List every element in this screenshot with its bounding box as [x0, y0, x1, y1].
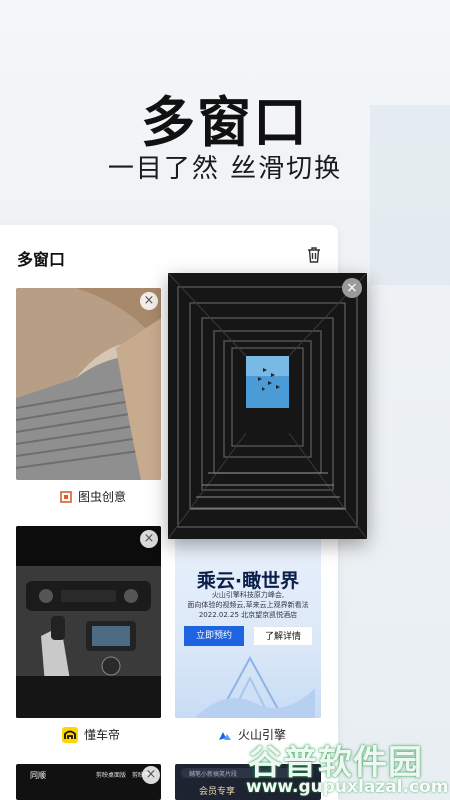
tuchong-icon: [60, 490, 72, 503]
window-card-volcano[interactable]: 乘云·瞰世界 火山引擎科技原力峰会, 面向体验的视频云,草来云上观界新看法 20…: [175, 538, 321, 718]
close-button[interactable]: ×: [142, 766, 160, 784]
floating-window[interactable]: [168, 273, 367, 539]
ad-illustration: [195, 655, 315, 718]
floating-close-button[interactable]: ×: [342, 278, 362, 298]
card-label-tuchong: 图虫创意: [60, 488, 126, 505]
card-label-dongchedi: 懂车帝: [62, 726, 120, 743]
card-label-text: 图虫创意: [78, 490, 127, 504]
hero-subtitle: 一目了然 丝滑切换: [107, 154, 343, 184]
window-card-dongchedi[interactable]: ×: [16, 526, 161, 718]
close-button[interactable]: ×: [140, 292, 158, 310]
window-card-jianying[interactable]: 同顺 剪映桌面版 剪映专业: [16, 764, 161, 800]
video-search-text: 輔笔小新搞笑片段: [189, 771, 238, 778]
dongchedi-icon: [62, 726, 78, 743]
jianying-text1: 剪映桌面版: [96, 772, 127, 779]
hero-title: 多窗口: [141, 91, 309, 154]
watermark: 谷普软件园 www.gupuxlazal.com: [240, 735, 450, 800]
card-label-text: 懂车帝: [84, 728, 121, 742]
panel-title: 多窗口: [17, 250, 66, 269]
jianying-brand: 同顺: [30, 771, 46, 780]
vip-label: 会员专享: [199, 787, 236, 797]
close-button[interactable]: ×: [140, 530, 158, 548]
car-interior-image: [16, 526, 161, 718]
volcano-engine-icon: [219, 731, 231, 740]
building-skyward-image: [168, 273, 367, 539]
watermark-url: www.gupuxlazal.com: [246, 777, 449, 797]
trash-icon[interactable]: [304, 245, 324, 265]
staircase-image: [16, 288, 161, 480]
window-card-tuchong[interactable]: ×: [16, 288, 161, 480]
